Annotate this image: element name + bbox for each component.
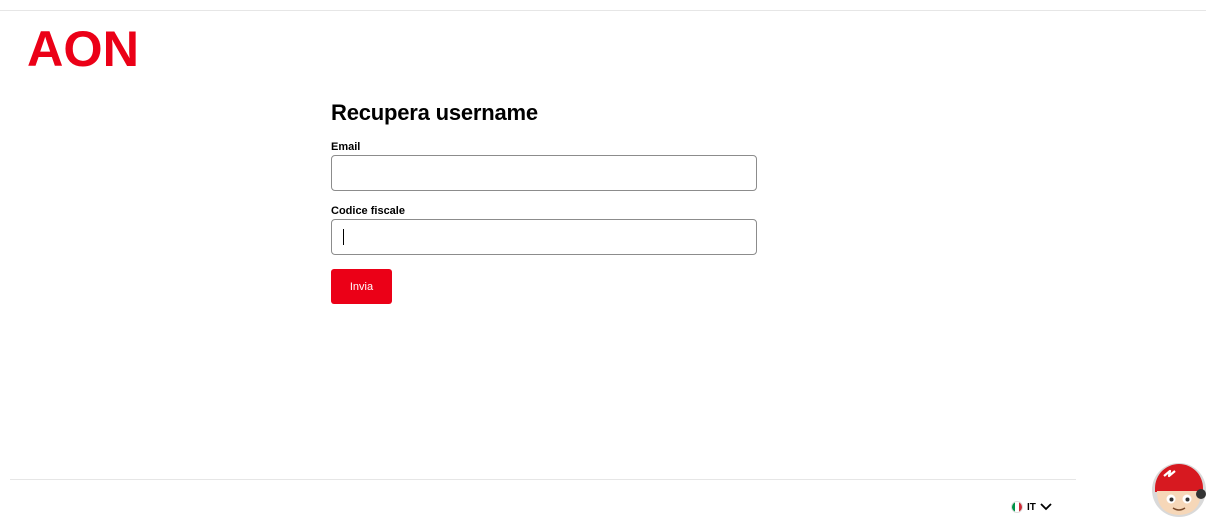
page-title: Recupera username [331, 100, 538, 125]
aon-logo: AON [27, 26, 139, 70]
page: AON Recupera username Email Codice fisca… [0, 0, 1206, 518]
fiscal-code-field[interactable] [331, 219, 757, 255]
email-field[interactable] [331, 155, 757, 191]
footer-divider [10, 479, 1076, 480]
text-cursor [343, 229, 344, 245]
italy-flag-icon [1011, 501, 1023, 513]
language-selector[interactable]: IT [1011, 500, 1052, 514]
email-label: Email [331, 141, 361, 153]
svg-text:AON: AON [27, 26, 139, 70]
top-divider [0, 10, 1206, 11]
submit-button[interactable]: Invia [331, 269, 392, 304]
fiscal-code-label: Codice fiscale [331, 205, 405, 217]
chatbot-avatar-icon[interactable] [1149, 458, 1206, 518]
language-code: IT [1027, 501, 1036, 513]
chevron-down-icon [1040, 503, 1052, 511]
